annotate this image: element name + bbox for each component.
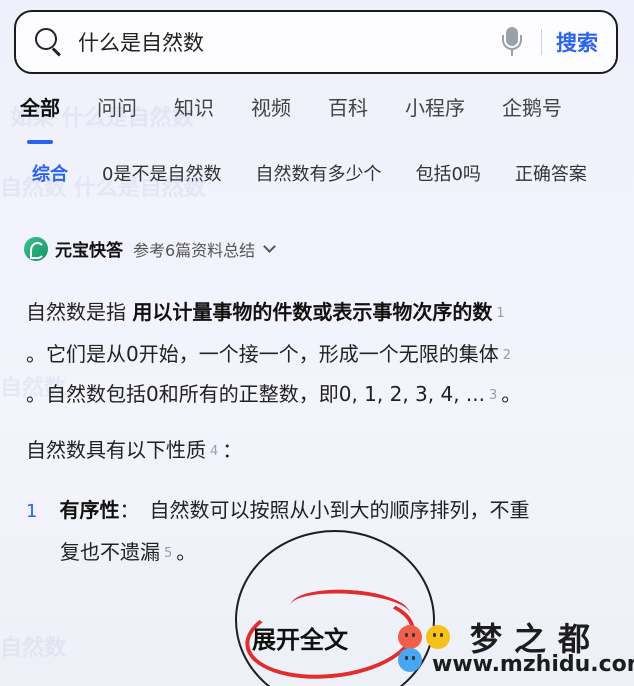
expand-full-text-button[interactable]: 展开全文 [252,620,348,655]
reference-summary: 参考6篇资料总结 [133,240,256,260]
search-input[interactable] [78,30,501,54]
chevron-down-icon[interactable] [263,240,277,253]
smiley-red-icon [398,625,422,649]
divider [540,29,542,55]
ai-brand: 元宝快答 [55,241,123,261]
smiley-blue-icon [398,648,422,672]
chip-correct-answer[interactable]: 正确答案 [515,160,587,192]
chip-includes-zero[interactable]: 包括0吗 [415,160,480,192]
yuanbao-logo-icon [24,236,48,261]
tab-video[interactable]: 视频 [251,92,291,132]
category-tabs: 全部 问问 知识 视频 百科 小程序 企鹅号 [0,92,634,144]
ai-answer-header[interactable]: 元宝快答 参考6篇资料总结 [24,236,277,261]
chip-zero-natural[interactable]: 0是不是自然数 [102,160,221,192]
tab-wenwen[interactable]: 问问 [97,92,137,132]
answer-line-3: 。自然数包括0和所有的正整数，即0, 1, 2, 3, 4, ... 3。 [26,382,522,406]
list-item: 1 有序性： 自然数可以按照从小到大的顺序排列，不重 [26,498,530,522]
smiley-yellow-icon [426,625,450,649]
background-watermark: 自然数 [0,636,67,661]
citation[interactable]: 2 [503,348,511,363]
citation[interactable]: 3 [489,388,497,403]
tab-knowledge[interactable]: 知识 [174,92,214,132]
search-icon [34,27,64,57]
answer-line-4: 自然数具有以下性质 4： [26,438,243,462]
tab-penguin[interactable]: 企鹅号 [502,92,562,132]
tab-baike[interactable]: 百科 [328,92,368,132]
tab-mini-program[interactable]: 小程序 [405,92,465,132]
list-item-continued: 复也不遗漏 5。 [60,540,197,564]
search-button[interactable]: 搜索 [556,27,598,57]
filter-chips: 综合 0是不是自然数 自然数有多少个 包括0吗 正确答案 [0,160,634,192]
answer-line-1: 自然数是指 用以计量事物的件数或表示事物次序的数 1 [26,300,505,324]
list-item-number: 1 [26,501,38,522]
answer-line-2: 。它们是从0开始，一个接一个，形成一个无限的集体 2 [26,342,512,366]
microphone-icon[interactable] [501,27,523,57]
search-bar[interactable]: 搜索 [14,10,618,74]
chip-how-many[interactable]: 自然数有多少个 [255,160,381,192]
citation[interactable]: 1 [496,306,504,321]
citation[interactable]: 4 [210,444,218,459]
tab-all[interactable]: 全部 [20,92,60,144]
site-url: www.mzhidu.com [432,652,634,677]
chip-overall[interactable]: 综合 [32,160,68,192]
citation[interactable]: 5 [164,546,172,561]
active-tab-indicator [27,140,53,144]
